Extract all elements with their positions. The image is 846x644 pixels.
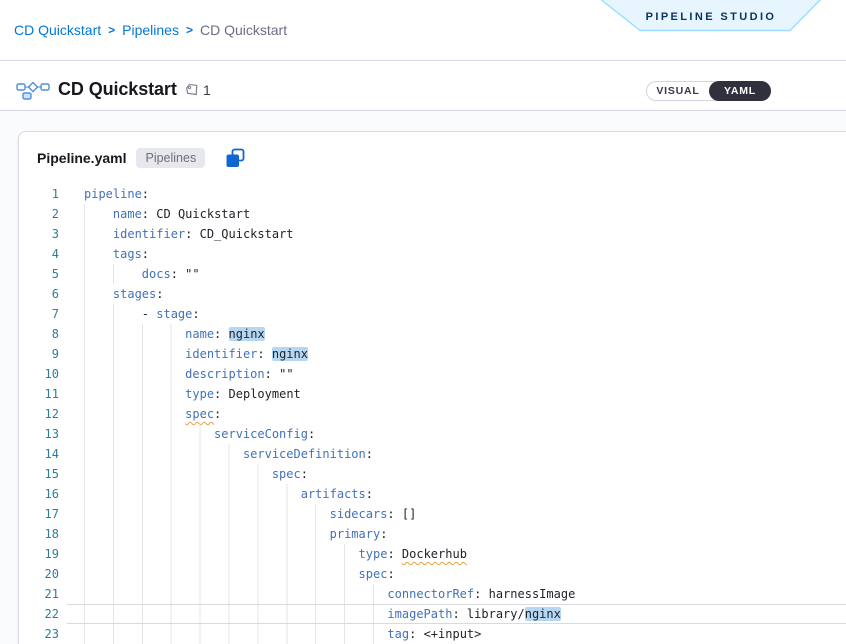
code-line[interactable]: 10 description: "" — [19, 364, 846, 384]
visual-toggle-button[interactable]: VISUAL — [647, 82, 709, 100]
code-line-content: name: nginx — [67, 324, 846, 344]
code-line[interactable]: 17 sidecars: [] — [19, 504, 846, 524]
line-number: 21 — [19, 584, 59, 604]
code-line-content: identifier: nginx — [67, 344, 846, 364]
breadcrumb-pipelines-link[interactable]: Pipelines — [122, 22, 179, 38]
code-line[interactable]: 21 connectorRef: harnessImage — [19, 584, 846, 604]
editor-header: Pipeline.yaml Pipelines — [37, 146, 247, 170]
code-line[interactable]: 20 spec: — [19, 564, 846, 584]
code-line[interactable]: 6 stages: — [19, 284, 846, 304]
code-line[interactable]: 16 artifacts: — [19, 484, 846, 504]
code-line-content: - stage: — [67, 304, 846, 324]
breadcrumb: CD Quickstart > Pipelines > CD Quickstar… — [14, 22, 287, 38]
code-line-content: name: CD Quickstart — [67, 204, 846, 224]
code-line-content: spec: — [67, 404, 846, 424]
line-number: 8 — [19, 324, 59, 344]
line-number: 14 — [19, 444, 59, 464]
line-number: 16 — [19, 484, 59, 504]
copy-icon — [225, 148, 246, 169]
code-line[interactable]: 23 tag: <+input> — [19, 624, 846, 644]
copy-yaml-button[interactable] — [223, 146, 247, 170]
code-line-content: primary: — [67, 524, 846, 544]
line-number: 10 — [19, 364, 59, 384]
code-line-content: pipeline: — [67, 184, 846, 204]
code-line[interactable]: 19 type: Dockerhub — [19, 544, 846, 564]
code-line-content: type: Dockerhub — [67, 544, 846, 564]
tags-indicator: 1 — [184, 82, 211, 98]
chevron-separator-icon: > — [108, 23, 115, 37]
line-number: 9 — [19, 344, 59, 364]
code-line-content-current: imagePath: library/nginx — [67, 604, 846, 624]
line-number: 1 — [19, 184, 59, 204]
pipeline-icon — [16, 80, 50, 102]
line-number: 11 — [19, 384, 59, 404]
tag-count: 1 — [203, 82, 211, 98]
pipeline-studio-banner: PIPELINE STUDIO — [596, 0, 826, 32]
code-line-content: type: Deployment — [67, 384, 846, 404]
line-number: 19 — [19, 544, 59, 564]
line-number: 15 — [19, 464, 59, 484]
code-line[interactable]: 2 name: CD Quickstart — [19, 204, 846, 224]
line-number: 18 — [19, 524, 59, 544]
line-number: 5 — [19, 264, 59, 284]
line-number: 2 — [19, 204, 59, 224]
entity-badge: Pipelines — [136, 148, 205, 168]
code-line[interactable]: 11 type: Deployment — [19, 384, 846, 404]
pipeline-studio-page: PIPELINE STUDIO CD Quickstart > Pipeline… — [0, 0, 846, 644]
code-line[interactable]: 14 serviceDefinition: — [19, 444, 846, 464]
code-line[interactable]: 22 imagePath: library/nginx — [19, 604, 846, 624]
line-number: 22 — [19, 604, 59, 624]
code-line-content: serviceConfig: — [67, 424, 846, 444]
studio-canvas: Pipeline.yaml Pipelines 1 pipeline: 2 name:… — [0, 111, 846, 644]
code-line-content: spec: — [67, 464, 846, 484]
code-line-content: serviceDefinition: — [67, 444, 846, 464]
code-line-content: sidecars: [] — [67, 504, 846, 524]
chevron-separator-icon: > — [186, 23, 193, 37]
line-number: 12 — [19, 404, 59, 424]
code-line-content: docs: "" — [67, 264, 846, 284]
code-line[interactable]: 3 identifier: CD_Quickstart — [19, 224, 846, 244]
page-title: CD Quickstart — [58, 79, 177, 100]
code-line[interactable]: 13 serviceConfig: — [19, 424, 846, 444]
code-line[interactable]: 5 docs: "" — [19, 264, 846, 284]
yaml-toggle-button[interactable]: YAML — [709, 81, 771, 101]
header-divider — [0, 60, 846, 61]
code-line[interactable]: 15 spec: — [19, 464, 846, 484]
yaml-code-editor[interactable]: 1 pipeline: 2 name: CD Quickstart 3 identifie… — [19, 184, 846, 644]
code-line-content: artifacts: — [67, 484, 846, 504]
tag-icon — [184, 82, 200, 98]
code-line[interactable]: 9 identifier: nginx — [19, 344, 846, 364]
code-line[interactable]: 12 spec: — [19, 404, 846, 424]
code-line-content: connectorRef: harnessImage — [67, 584, 846, 604]
code-line-content: tag: <+input> — [67, 624, 846, 644]
line-number: 7 — [19, 304, 59, 324]
code-line[interactable]: 1 pipeline: — [19, 184, 846, 204]
line-number: 23 — [19, 624, 59, 644]
line-number: 3 — [19, 224, 59, 244]
code-line-content: identifier: CD_Quickstart — [67, 224, 846, 244]
view-mode-toggle: VISUAL YAML — [646, 81, 771, 101]
code-line-content: stages: — [67, 284, 846, 304]
code-line-content: spec: — [67, 564, 846, 584]
breadcrumb-project-link[interactable]: CD Quickstart — [14, 22, 101, 38]
line-number: 4 — [19, 244, 59, 264]
code-line-content: description: "" — [67, 364, 846, 384]
code-line[interactable]: 7 - stage: — [19, 304, 846, 324]
code-line-content: tags: — [67, 244, 846, 264]
yaml-editor-card: Pipeline.yaml Pipelines 1 pipeline: 2 name:… — [18, 131, 846, 644]
breadcrumb-current: CD Quickstart — [200, 22, 287, 38]
code-line[interactable]: 18 primary: — [19, 524, 846, 544]
code-line[interactable]: 4 tags: — [19, 244, 846, 264]
yaml-filename: Pipeline.yaml — [37, 150, 126, 166]
line-number: 20 — [19, 564, 59, 584]
line-number: 17 — [19, 504, 59, 524]
line-number: 6 — [19, 284, 59, 304]
code-line[interactable]: 8 name: nginx — [19, 324, 846, 344]
banner-label: PIPELINE STUDIO — [646, 11, 777, 23]
line-number: 13 — [19, 424, 59, 444]
